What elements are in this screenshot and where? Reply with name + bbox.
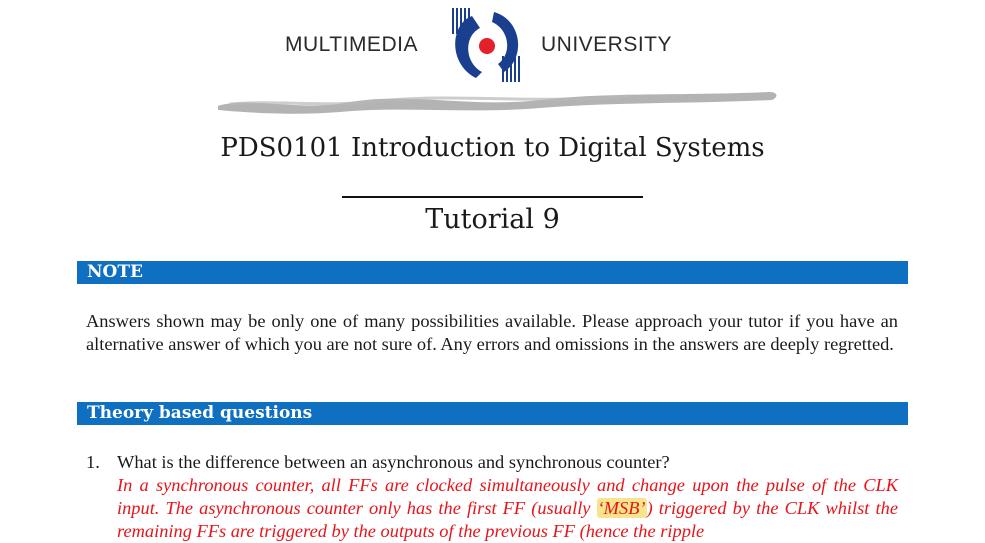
logo-text-right: UNIVERSITY	[541, 33, 673, 56]
theory-heading-bar: Theory based questions	[77, 402, 908, 425]
brush-swoosh-decoration	[218, 92, 777, 114]
university-emblem-icon	[452, 8, 520, 82]
logo-text-left: MULTIMEDIA	[285, 33, 418, 56]
question-number: 1.	[86, 452, 100, 472]
title-divider	[342, 196, 643, 198]
university-logo: MULTIMEDIA UNIVERSITY	[0, 0, 985, 90]
note-body: Answers shown may be only one of many po…	[86, 311, 898, 354]
document-title: PDS0101 Introduction to Digital Systems	[220, 133, 765, 163]
answer-highlight: ‘MSB’	[596, 498, 647, 518]
note-heading-bar: NOTE	[77, 261, 908, 284]
answer-text: In a synchronous counter, all FFs are cl…	[117, 474, 898, 543]
question-text: What is the difference between an asynch…	[117, 452, 670, 472]
document-subtitle: Tutorial 9	[425, 204, 560, 235]
